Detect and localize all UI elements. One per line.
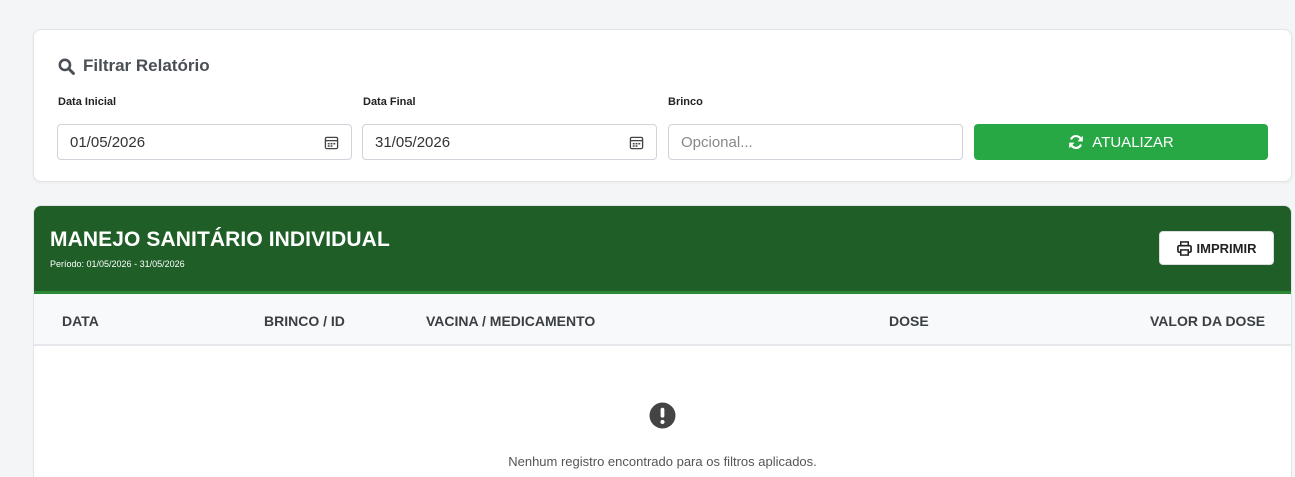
search-icon xyxy=(58,58,75,75)
filter-title: Filtrar Relatório xyxy=(58,56,210,76)
start-date-input[interactable]: 01/05/2026 xyxy=(57,124,352,160)
table-header-row: DATA BRINCO / ID VACINA / MEDICAMENTO DO… xyxy=(34,294,1291,346)
calendar-icon[interactable] xyxy=(629,135,644,150)
tag-input[interactable]: Opcional... xyxy=(668,124,963,160)
column-header-date[interactable]: DATA xyxy=(62,313,99,329)
update-button-label: ATUALIZAR xyxy=(1092,133,1174,151)
report-period: Período: 01/05/2026 - 31/05/2026 xyxy=(50,259,185,269)
end-date-label: Data Final xyxy=(363,96,416,108)
report-card: MANEJO SANITÁRIO INDIVIDUAL Período: 01/… xyxy=(33,205,1292,477)
filter-card: Filtrar Relatório Data Inicial 01/05/202… xyxy=(33,29,1292,182)
report-header: MANEJO SANITÁRIO INDIVIDUAL Período: 01/… xyxy=(34,206,1291,294)
print-button[interactable]: IMPRIMIR xyxy=(1159,231,1274,265)
report-title: MANEJO SANITÁRIO INDIVIDUAL xyxy=(50,228,390,251)
column-header-vaccine[interactable]: VACINA / MEDICAMENTO xyxy=(426,313,595,329)
empty-state-message: Nenhum registro encontrado para os filtr… xyxy=(508,454,817,469)
tag-label: Brinco xyxy=(668,96,703,108)
column-header-dose-value[interactable]: VALOR DA DOSE xyxy=(1150,313,1265,329)
exclamation-circle-icon xyxy=(649,402,676,429)
update-button[interactable]: ATUALIZAR xyxy=(974,124,1268,160)
tag-placeholder: Opcional... xyxy=(681,133,753,151)
print-icon xyxy=(1176,240,1192,256)
column-header-dose[interactable]: DOSE xyxy=(889,313,929,329)
filter-title-text: Filtrar Relatório xyxy=(83,56,210,75)
refresh-icon xyxy=(1069,135,1084,149)
end-date-value: 31/05/2026 xyxy=(375,133,451,151)
calendar-icon[interactable] xyxy=(324,135,339,150)
print-button-label: IMPRIMIR xyxy=(1196,240,1257,256)
start-date-label: Data Inicial xyxy=(58,96,117,108)
end-date-input[interactable]: 31/05/2026 xyxy=(362,124,657,160)
start-date-value: 01/05/2026 xyxy=(70,133,146,151)
column-header-tag[interactable]: BRINCO / ID xyxy=(264,313,345,329)
